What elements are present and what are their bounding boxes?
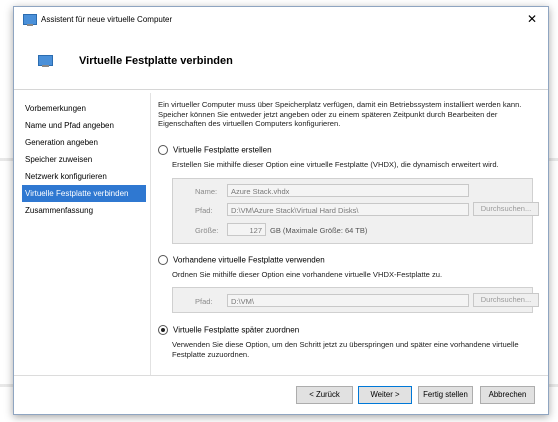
radio-later[interactable] [158,325,168,335]
footer-divider [14,375,548,376]
nav-item-speicher[interactable]: Speicher zuweisen [22,151,146,168]
option-create-label: Virtuelle Festplatte erstellen [173,145,272,155]
window-title: Assistent für neue virtuelle Computer [41,15,173,24]
cancel-button[interactable]: Abbrechen [480,386,535,404]
existing-disk-group: Pfad: D:\VM\ Durchsuchen... [172,287,539,313]
option-existing-label: Vorhandene virtuelle Festplatte verwende… [173,255,325,265]
path-field-label: Pfad: [195,206,213,215]
wizard-steps-nav: Vorbemerkungen Name und Pfad angeben Gen… [22,100,146,219]
option-existing-description: Ordnen Sie mithilfe dieser Option eine v… [172,270,443,279]
option-create-row[interactable]: Virtuelle Festplatte erstellen [158,145,272,155]
existing-path-field[interactable]: D:\VM\ [227,294,469,307]
nav-item-generation[interactable]: Generation angeben [22,134,146,151]
disk-name-field[interactable]: Azure Stack.vhdx [227,184,469,197]
disk-path-field[interactable]: D:\VM\Azure Stack\Virtual Hard Disks\ [227,203,469,216]
wizard-header: Virtuelle Festplatte verbinden [14,33,548,89]
existing-path-label: Pfad: [195,297,213,306]
option-later-row[interactable]: Virtuelle Festplatte später zuordnen [158,325,299,335]
radio-create[interactable] [158,145,168,155]
nav-item-vorbemerkungen[interactable]: Vorbemerkungen [22,100,146,117]
create-disk-group: Name: Azure Stack.vhdx Pfad: D:\VM\Azure… [172,178,539,244]
option-later-description: Verwenden Sie diese Option, um den Schri… [172,340,519,359]
finish-button[interactable]: Fertig stellen [418,386,473,404]
size-field-label: Größe: [195,226,219,235]
disk-size-field[interactable]: 127 [227,223,266,236]
nav-divider [150,93,151,375]
radio-existing[interactable] [158,255,168,265]
nav-item-virtuelle-festplatte[interactable]: Virtuelle Festplatte verbinden [22,185,146,202]
name-field-label: Name: [195,187,218,196]
browse-button-existing[interactable]: Durchsuchen... [473,293,539,307]
back-button[interactable]: < Zurück [296,386,353,404]
nav-item-zusammenfassung[interactable]: Zusammenfassung [22,202,146,219]
next-button[interactable]: Weiter > [358,386,412,404]
virtual-machine-icon [38,55,53,67]
header-divider [14,89,548,90]
hyperv-app-icon [23,14,37,26]
wizard-window: Assistent für neue virtuelle Computer ✕ … [13,6,549,415]
option-create-description: Erstellen Sie mithilfe dieser Option ein… [172,160,499,169]
close-icon[interactable]: ✕ [524,11,540,27]
size-unit-text: GB (Maximale Größe: 64 TB) [270,226,368,235]
page-title: Virtuelle Festplatte verbinden [79,55,233,67]
option-existing-row[interactable]: Vorhandene virtuelle Festplatte verwende… [158,255,325,265]
title-bar: Assistent für neue virtuelle Computer ✕ [14,7,548,33]
nav-item-netzwerk[interactable]: Netzwerk konfigurieren [22,168,146,185]
nav-item-name-und-pfad[interactable]: Name und Pfad angeben [22,117,146,134]
browse-button-create[interactable]: Durchsuchen... [473,202,539,216]
intro-text: Ein virtueller Computer muss über Speich… [158,100,522,128]
option-later-label: Virtuelle Festplatte später zuordnen [173,325,300,335]
